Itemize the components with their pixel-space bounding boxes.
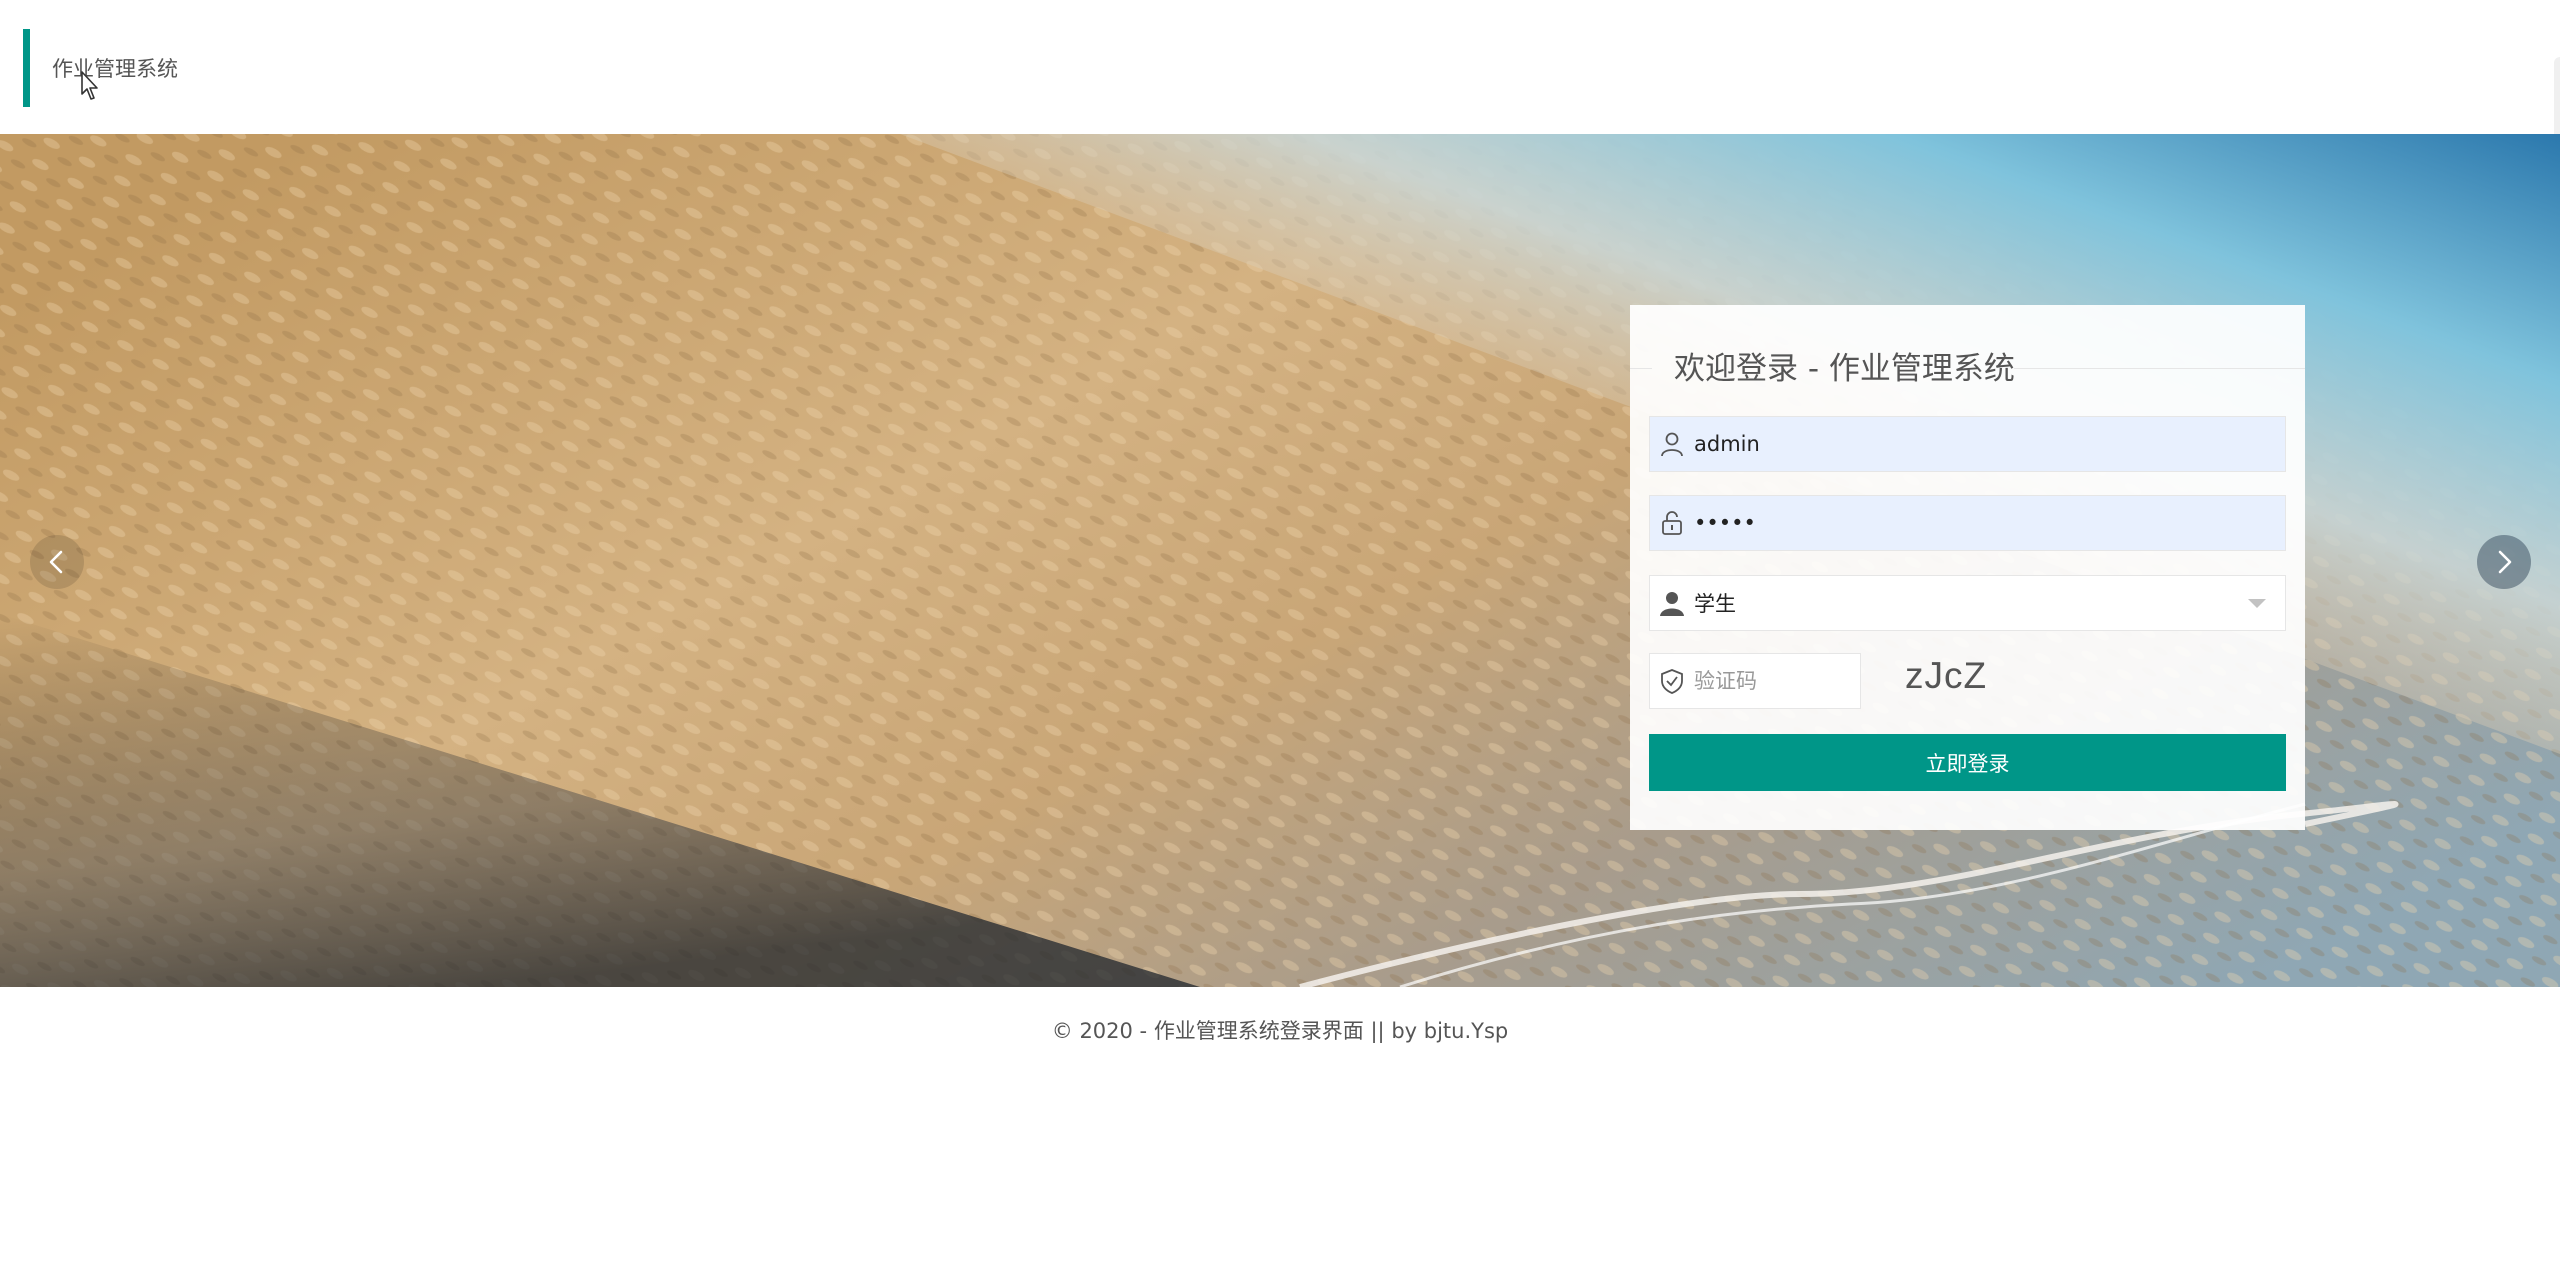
chevron-left-icon — [49, 550, 63, 574]
carousel-next-button[interactable] — [2477, 535, 2531, 589]
legend-divider-right — [2014, 368, 2305, 369]
login-form: 欢迎登录 - 作业管理系统 学生 — [1630, 305, 2305, 830]
password-field[interactable] — [1649, 495, 2286, 551]
chevron-down-icon — [2248, 598, 2266, 608]
mouse-cursor-icon — [81, 71, 98, 100]
shield-check-icon — [1650, 653, 1694, 709]
page-header: 作业管理系统 — [0, 0, 2560, 165]
legend-divider-left — [1630, 368, 1652, 369]
footer-copyright: © 2020 - 作业管理系统登录界面 || by bjtu.Ysp — [1051, 1019, 1509, 1043]
captcha-image[interactable]: zJcZ — [1905, 655, 1987, 697]
captcha-field[interactable] — [1649, 653, 1861, 709]
lock-icon — [1650, 495, 1694, 551]
role-select-value: 学生 — [1694, 592, 1736, 616]
role-select[interactable]: 学生 — [1649, 575, 2286, 631]
username-field[interactable] — [1649, 416, 2286, 472]
carousel-prev-button[interactable] — [30, 535, 84, 589]
site-title[interactable]: 作业管理系统 — [52, 55, 178, 83]
chevron-right-icon — [2498, 550, 2512, 574]
person-icon — [1650, 575, 1694, 631]
login-title: 欢迎登录 - 作业管理系统 — [1674, 351, 2015, 387]
header-accent-bar — [23, 29, 30, 107]
username-input[interactable] — [1694, 417, 2285, 471]
captcha-input[interactable] — [1694, 654, 1860, 708]
password-input[interactable] — [1694, 496, 2285, 550]
user-icon — [1650, 416, 1694, 472]
login-button[interactable]: 立即登录 — [1649, 734, 2286, 791]
